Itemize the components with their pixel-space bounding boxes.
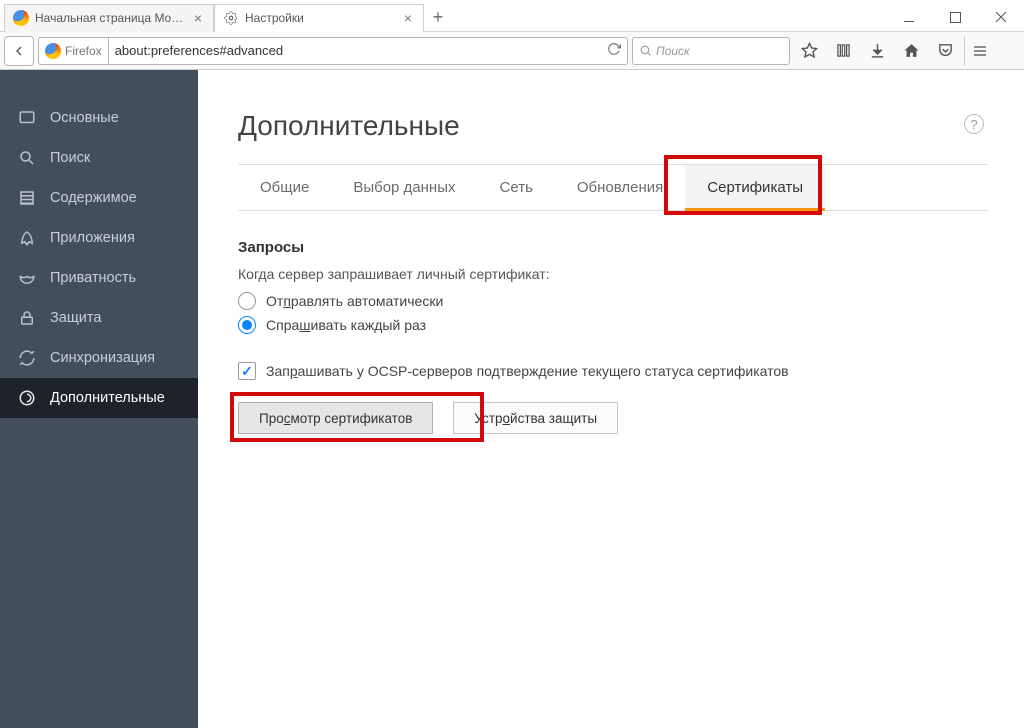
sidebar-item-label: Приватность: [50, 270, 136, 286]
preferences-main: Дополнительные ? Общие Выбор данных Сеть…: [198, 70, 1024, 728]
content-icon: [18, 189, 36, 207]
sidebar-item-advanced[interactable]: Дополнительные: [0, 378, 198, 418]
sidebar-item-privacy[interactable]: Приватность: [0, 258, 198, 298]
pocket-icon[interactable]: [930, 36, 960, 66]
sidebar-item-label: Дополнительные: [50, 390, 165, 406]
home-icon[interactable]: [896, 36, 926, 66]
url-text: about:preferences#advanced: [115, 43, 283, 58]
identity-label: Firefox: [65, 44, 102, 58]
downloads-icon[interactable]: [862, 36, 892, 66]
sidebar-item-label: Защита: [50, 310, 101, 326]
minimize-button[interactable]: [886, 3, 932, 31]
cert-prompt-text: Когда сервер запрашивает личный сертифик…: [238, 266, 988, 282]
search-placeholder: Поиск: [656, 44, 690, 58]
firefox-icon: [13, 10, 29, 26]
firefox-icon: [45, 43, 61, 59]
radio-icon: [238, 316, 256, 334]
window-titlebar: Начальная страница Mozill × Настройки × …: [0, 0, 1024, 32]
search-icon: [639, 44, 652, 57]
window-controls: [886, 3, 1024, 31]
browser-tab-1[interactable]: Настройки ×: [214, 4, 424, 32]
sidebar-item-general[interactable]: Основные: [0, 98, 198, 138]
subtab-network[interactable]: Сеть: [478, 165, 555, 210]
close-icon[interactable]: ×: [401, 11, 415, 25]
subtab-general[interactable]: Общие: [238, 165, 331, 210]
sidebar-item-applications[interactable]: Приложения: [0, 218, 198, 258]
advanced-icon: [18, 389, 36, 407]
checkbox-label: Запрашивать у OCSP-серверов подтверждени…: [266, 363, 789, 379]
sidebar-item-label: Содержимое: [50, 190, 137, 206]
sidebar-item-content[interactable]: Содержимое: [0, 178, 198, 218]
reload-icon[interactable]: [607, 42, 621, 59]
radio-send-auto[interactable]: Отправлять автоматически: [238, 292, 988, 310]
radio-ask-every-time[interactable]: Спрашивать каждый раз: [238, 316, 988, 334]
tab-title: Настройки: [245, 11, 395, 25]
radio-icon: [238, 292, 256, 310]
tab-title: Начальная страница Mozill: [35, 11, 185, 25]
checkbox-icon: [238, 362, 256, 380]
rocket-icon: [18, 229, 36, 247]
search-icon: [18, 149, 36, 167]
search-input[interactable]: Поиск: [632, 37, 790, 65]
sidebar-item-label: Поиск: [50, 150, 90, 166]
browser-tab-0[interactable]: Начальная страница Mozill ×: [4, 4, 214, 32]
subtab-data-choices[interactable]: Выбор данных: [331, 165, 477, 210]
radio-label: Спрашивать каждый раз: [266, 317, 426, 333]
gear-icon: [223, 10, 239, 26]
library-icon[interactable]: [828, 36, 858, 66]
sidebar-item-label: Приложения: [50, 230, 135, 246]
view-certificates-button[interactable]: Просмотр сертификатов: [238, 402, 433, 434]
page-title: Дополнительные: [238, 110, 988, 142]
checkbox-ocsp[interactable]: Запрашивать у OCSP-серверов подтверждени…: [238, 362, 988, 380]
security-devices-button[interactable]: Устройства защиты: [453, 402, 618, 434]
sidebar-item-label: Синхронизация: [50, 350, 155, 366]
section-title: Запросы: [238, 239, 988, 256]
subtab-certificates[interactable]: Сертификаты: [685, 165, 825, 211]
close-window-button[interactable]: [978, 3, 1024, 31]
identity-box[interactable]: Firefox: [38, 37, 109, 65]
general-icon: [18, 109, 36, 127]
maximize-button[interactable]: [932, 3, 978, 31]
nav-toolbar: Firefox about:preferences#advanced Поиск: [0, 32, 1024, 70]
sidebar-item-search[interactable]: Поиск: [0, 138, 198, 178]
sidebar-item-security[interactable]: Защита: [0, 298, 198, 338]
back-button[interactable]: [4, 36, 34, 66]
help-icon[interactable]: ?: [964, 114, 984, 134]
preferences-sidebar: Основные Поиск Содержимое Приложения При…: [0, 70, 198, 728]
new-tab-button[interactable]: +: [424, 4, 452, 32]
radio-label: Отправлять автоматически: [266, 293, 443, 309]
sidebar-item-label: Основные: [50, 110, 119, 126]
subtab-updates[interactable]: Обновления: [555, 165, 685, 210]
lock-icon: [18, 309, 36, 327]
close-icon[interactable]: ×: [191, 11, 205, 25]
sync-icon: [18, 349, 36, 367]
menu-button[interactable]: [964, 36, 994, 66]
tab-strip: Начальная страница Mozill × Настройки × …: [0, 0, 452, 31]
url-bar[interactable]: about:preferences#advanced: [109, 37, 628, 65]
sidebar-item-sync[interactable]: Синхронизация: [0, 338, 198, 378]
mask-icon: [18, 269, 36, 287]
bookmark-star-icon[interactable]: [794, 36, 824, 66]
advanced-subtabs: Общие Выбор данных Сеть Обновления Серти…: [238, 165, 988, 211]
